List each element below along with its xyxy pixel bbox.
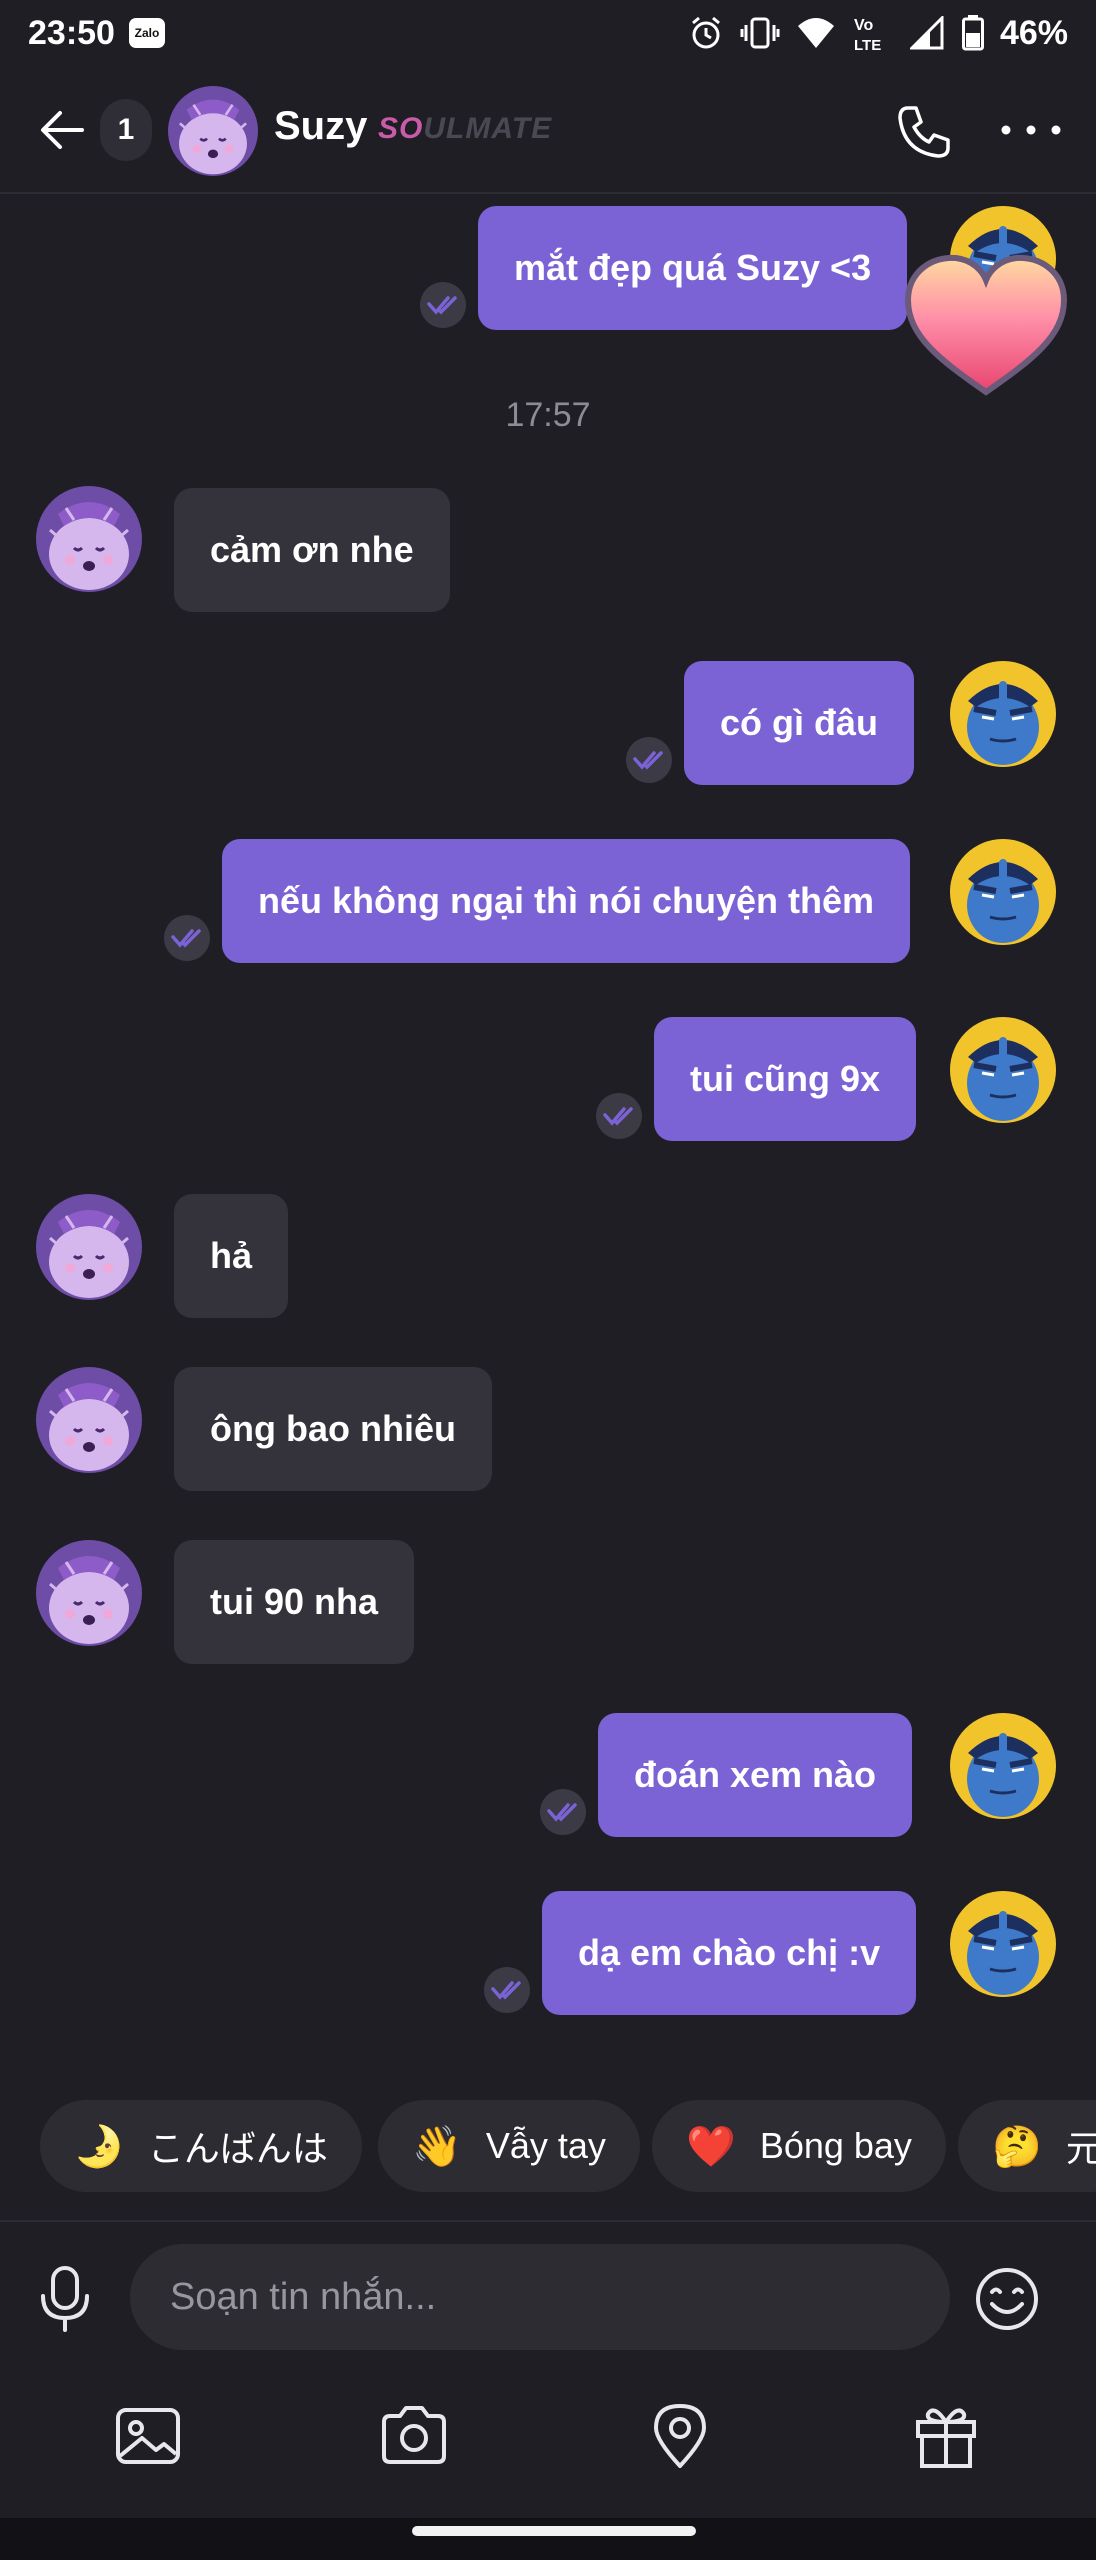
soulmate-badge-highlight: SO bbox=[378, 112, 424, 145]
contact-name[interactable]: Suzy bbox=[274, 104, 367, 149]
read-check-icon bbox=[484, 1967, 530, 2013]
incoming-message-bubble[interactable]: cảm ơn nhe bbox=[174, 488, 450, 612]
more-options-icon[interactable] bbox=[996, 110, 1066, 150]
back-arrow-icon[interactable] bbox=[36, 104, 88, 156]
zalo-notification-icon: Zalo bbox=[128, 18, 165, 48]
alarm-icon bbox=[691, 16, 720, 49]
thinking-face-icon: 🤔 bbox=[992, 2124, 1042, 2169]
read-check-icon bbox=[626, 737, 672, 783]
quick-reply-chip[interactable]: 👋 Vẫy tay bbox=[378, 2100, 640, 2192]
my-avatar[interactable] bbox=[950, 1713, 1056, 1819]
my-avatar[interactable] bbox=[950, 661, 1056, 767]
contact-avatar[interactable] bbox=[168, 86, 258, 176]
quick-reply-label: こんばんは bbox=[147, 2128, 328, 2169]
emoji-icon[interactable] bbox=[974, 2266, 1040, 2332]
phone-call-icon[interactable] bbox=[894, 102, 954, 162]
contact-message-avatar[interactable] bbox=[36, 1540, 142, 1646]
microphone-icon[interactable] bbox=[38, 2266, 92, 2332]
chat-screen: 23:50 Zalo Vo LTE 46% 1 Suzy SOULMATE mắ… bbox=[0, 0, 1096, 2560]
battery-percentage: 46% bbox=[999, 13, 1068, 52]
soulmate-badge: SOULMATE bbox=[378, 112, 552, 146]
incoming-message-bubble[interactable]: hả bbox=[174, 1194, 289, 1318]
quick-reply-chip[interactable]: ❤️ Bóng bay bbox=[652, 2100, 946, 2192]
signal-icon bbox=[909, 16, 944, 50]
my-avatar[interactable] bbox=[950, 1891, 1056, 1997]
waving-hand-icon: 👋 bbox=[412, 2124, 462, 2169]
read-check-icon bbox=[540, 1789, 586, 1835]
contact-message-avatar[interactable] bbox=[36, 486, 142, 592]
heart-icon: ❤️ bbox=[686, 2124, 736, 2169]
quick-reply-bar[interactable]: 🌛 こんばんは 👋 Vẫy tay ❤️ Bóng bay 🤔 元 bbox=[0, 2100, 1096, 2196]
unread-count-badge[interactable]: 1 bbox=[100, 99, 152, 161]
system-navigation-bar bbox=[0, 2518, 1096, 2560]
message-input[interactable] bbox=[130, 2244, 950, 2350]
volte-icon: Vo LTE bbox=[854, 17, 881, 54]
wifi-icon bbox=[797, 18, 834, 48]
quick-reply-chip[interactable]: 🤔 元 bbox=[958, 2100, 1096, 2192]
image-icon[interactable] bbox=[112, 2400, 184, 2472]
soulmate-badge-rest: ULMATE bbox=[423, 112, 553, 145]
outgoing-message-bubble[interactable]: mắt đẹp quá Suzy <3 bbox=[478, 206, 908, 330]
message-composer bbox=[0, 2220, 1096, 2370]
vibrate-icon bbox=[740, 17, 780, 49]
quick-reply-label: Bóng bay bbox=[759, 2125, 912, 2166]
quick-reply-label: Vẫy tay bbox=[485, 2125, 606, 2166]
message-list[interactable]: mắt đẹp quá Suzy <3 17:57 cảm ơn nhe có … bbox=[0, 196, 1096, 2016]
outgoing-message-bubble[interactable]: nếu không ngại thì nói chuyện thêm bbox=[222, 839, 911, 963]
contact-message-avatar[interactable] bbox=[36, 1194, 142, 1300]
outgoing-message-bubble[interactable]: đoán xem nào bbox=[598, 1713, 913, 1837]
read-check-icon bbox=[164, 915, 210, 961]
moon-icon: 🌛 bbox=[74, 2124, 124, 2169]
battery-icon bbox=[961, 15, 984, 51]
status-bar: 23:50 Zalo Vo LTE 46% bbox=[0, 0, 1096, 66]
my-avatar[interactable] bbox=[950, 839, 1056, 945]
svg-text:LTE: LTE bbox=[854, 37, 881, 54]
status-icons: Vo LTE 46% bbox=[688, 12, 1068, 54]
contact-message-avatar[interactable] bbox=[36, 1367, 142, 1473]
outgoing-message-bubble[interactable]: dạ em chào chị :v bbox=[542, 1891, 917, 2015]
status-time: 23:50 bbox=[28, 13, 115, 52]
time-separator: 17:57 bbox=[505, 396, 591, 434]
outgoing-message-bubble[interactable]: có gì đâu bbox=[684, 661, 915, 785]
read-check-icon bbox=[596, 1093, 642, 1139]
outgoing-message-bubble[interactable]: tui cũng 9x bbox=[654, 1017, 917, 1141]
quick-reply-chip[interactable]: 🌛 こんばんは bbox=[40, 2100, 362, 2192]
attachment-toolbar bbox=[0, 2370, 1096, 2520]
chat-header: 1 Suzy SOULMATE bbox=[0, 66, 1096, 194]
heart-reaction-icon[interactable] bbox=[900, 250, 1072, 400]
svg-text:Vo: Vo bbox=[854, 17, 873, 34]
home-gesture-handle[interactable] bbox=[412, 2526, 696, 2536]
incoming-message-bubble[interactable]: ông bao nhiêu bbox=[174, 1367, 492, 1491]
my-avatar[interactable] bbox=[950, 1017, 1056, 1123]
camera-icon[interactable] bbox=[378, 2400, 450, 2472]
incoming-message-bubble[interactable]: tui 90 nha bbox=[174, 1540, 415, 1664]
location-pin-icon[interactable] bbox=[644, 2400, 716, 2472]
quick-reply-label: 元 bbox=[1065, 2128, 1096, 2169]
gift-icon[interactable] bbox=[910, 2400, 982, 2472]
read-check-icon bbox=[420, 282, 466, 328]
